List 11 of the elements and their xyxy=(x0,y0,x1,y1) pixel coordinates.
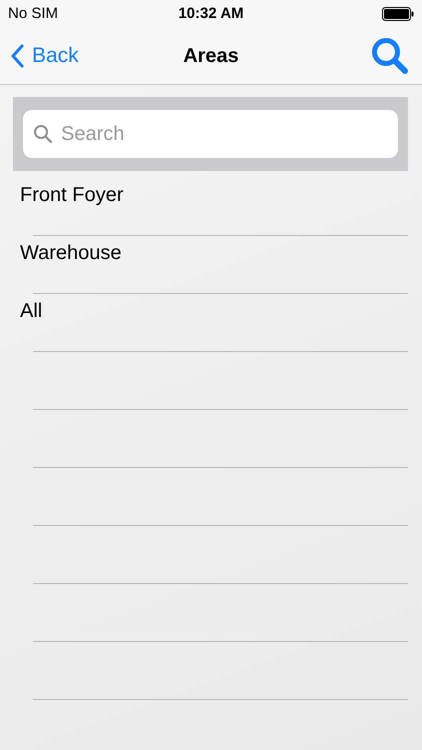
search-field[interactable]: Search xyxy=(23,110,398,158)
carrier-text: No SIM xyxy=(8,4,58,24)
screen-title: Areas xyxy=(183,44,239,69)
chevron-left-icon xyxy=(10,44,24,68)
area-item[interactable]: All xyxy=(20,296,42,326)
back-button[interactable]: Back xyxy=(10,40,79,72)
area-item[interactable]: Warehouse xyxy=(20,238,122,268)
status-time: 10:32 AM xyxy=(178,4,244,24)
area-item[interactable]: Front Foyer xyxy=(20,180,124,210)
search-icon[interactable] xyxy=(370,36,410,76)
battery-icon xyxy=(382,7,414,21)
